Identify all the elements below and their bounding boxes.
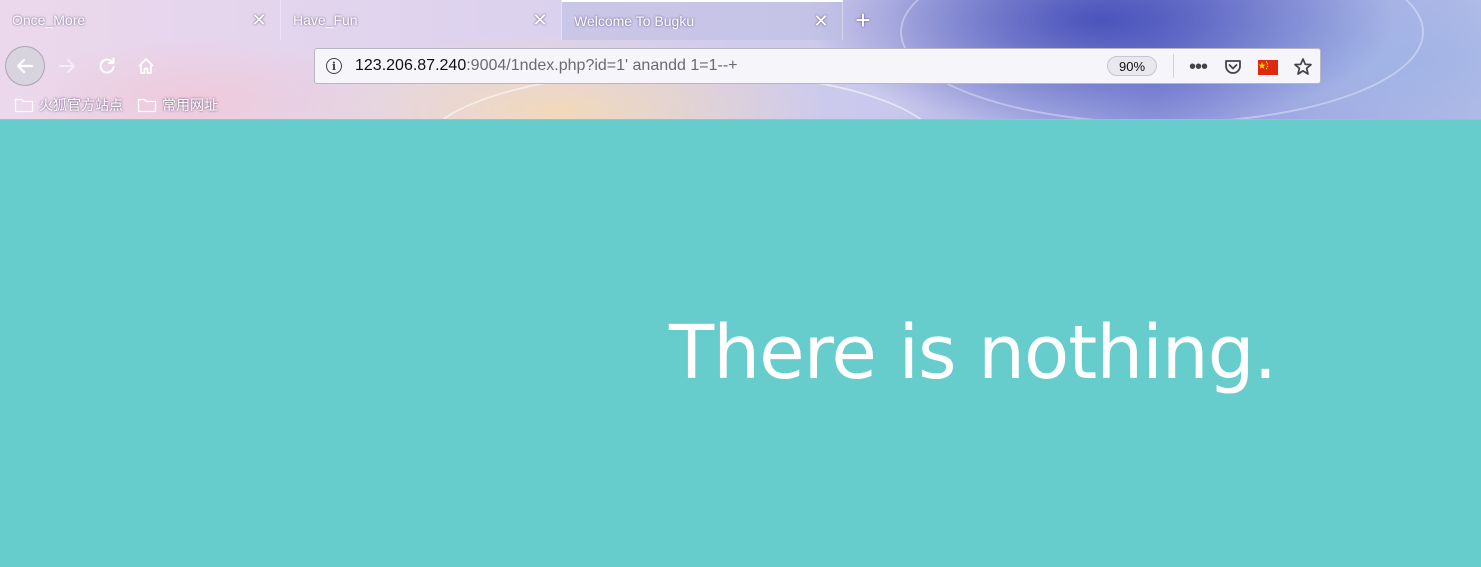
home-button[interactable] xyxy=(131,51,161,81)
url-host: 123.206.87.240 xyxy=(355,57,467,74)
browser-chrome: Once_More ✕ Have_Fun ✕ Welcome To Bugku … xyxy=(0,0,1481,120)
tab-welcome-to-bugku[interactable]: Welcome To Bugku ✕ xyxy=(562,0,843,40)
home-icon xyxy=(138,58,154,74)
forward-button[interactable] xyxy=(52,51,82,81)
back-arrow-icon xyxy=(16,58,34,74)
bookmark-folder-firefox-official[interactable]: 火狐官方站点 xyxy=(14,95,123,115)
folder-icon xyxy=(137,97,157,113)
tab-strip: Once_More ✕ Have_Fun ✕ Welcome To Bugku … xyxy=(0,0,1481,40)
bookmarks-toolbar: 火狐官方站点 常用网址 xyxy=(0,91,1481,119)
tab-once-more[interactable]: Once_More ✕ xyxy=(0,0,281,40)
reload-icon xyxy=(99,57,115,74)
bookmark-folder-common-sites[interactable]: 常用网址 xyxy=(137,95,218,115)
tab-title: Once_More xyxy=(12,12,86,28)
divider xyxy=(1173,54,1174,78)
bookmark-label: 火狐官方站点 xyxy=(39,97,123,113)
reload-button[interactable] xyxy=(92,51,122,81)
star-icon[interactable] xyxy=(1291,55,1315,79)
new-tab-button[interactable]: + xyxy=(843,0,883,40)
folder-icon xyxy=(14,97,34,113)
navigation-bar: i 123.206.87.240:9004/1ndex.php?id=1' an… xyxy=(0,41,1481,91)
pocket-icon[interactable] xyxy=(1221,55,1245,79)
forward-arrow-icon xyxy=(59,59,75,73)
tab-title: Welcome To Bugku xyxy=(574,13,695,29)
more-icon[interactable]: ••• xyxy=(1186,55,1210,79)
close-icon[interactable]: ✕ xyxy=(812,11,830,31)
address-bar[interactable]: i 123.206.87.240:9004/1ndex.php?id=1' an… xyxy=(314,48,1321,84)
tab-title: Have_Fun xyxy=(293,12,358,28)
info-icon[interactable]: i xyxy=(326,58,342,74)
close-icon[interactable]: ✕ xyxy=(250,10,268,30)
page-content: There is nothing. xyxy=(0,120,1481,567)
url-text[interactable]: 123.206.87.240:9004/1ndex.php?id=1' anan… xyxy=(355,57,738,75)
back-button[interactable] xyxy=(5,46,45,86)
tab-have-fun[interactable]: Have_Fun ✕ xyxy=(281,0,562,40)
zoom-level-badge[interactable]: 90% xyxy=(1107,56,1157,76)
close-icon[interactable]: ✕ xyxy=(531,10,549,30)
url-path: :9004/1ndex.php?id=1' anandd 1=1--+ xyxy=(466,57,738,74)
plus-icon: + xyxy=(855,4,871,35)
page-heading: There is nothing. xyxy=(669,310,1277,396)
bookmark-label: 常用网址 xyxy=(162,97,218,113)
china-flag-icon[interactable] xyxy=(1256,55,1280,79)
